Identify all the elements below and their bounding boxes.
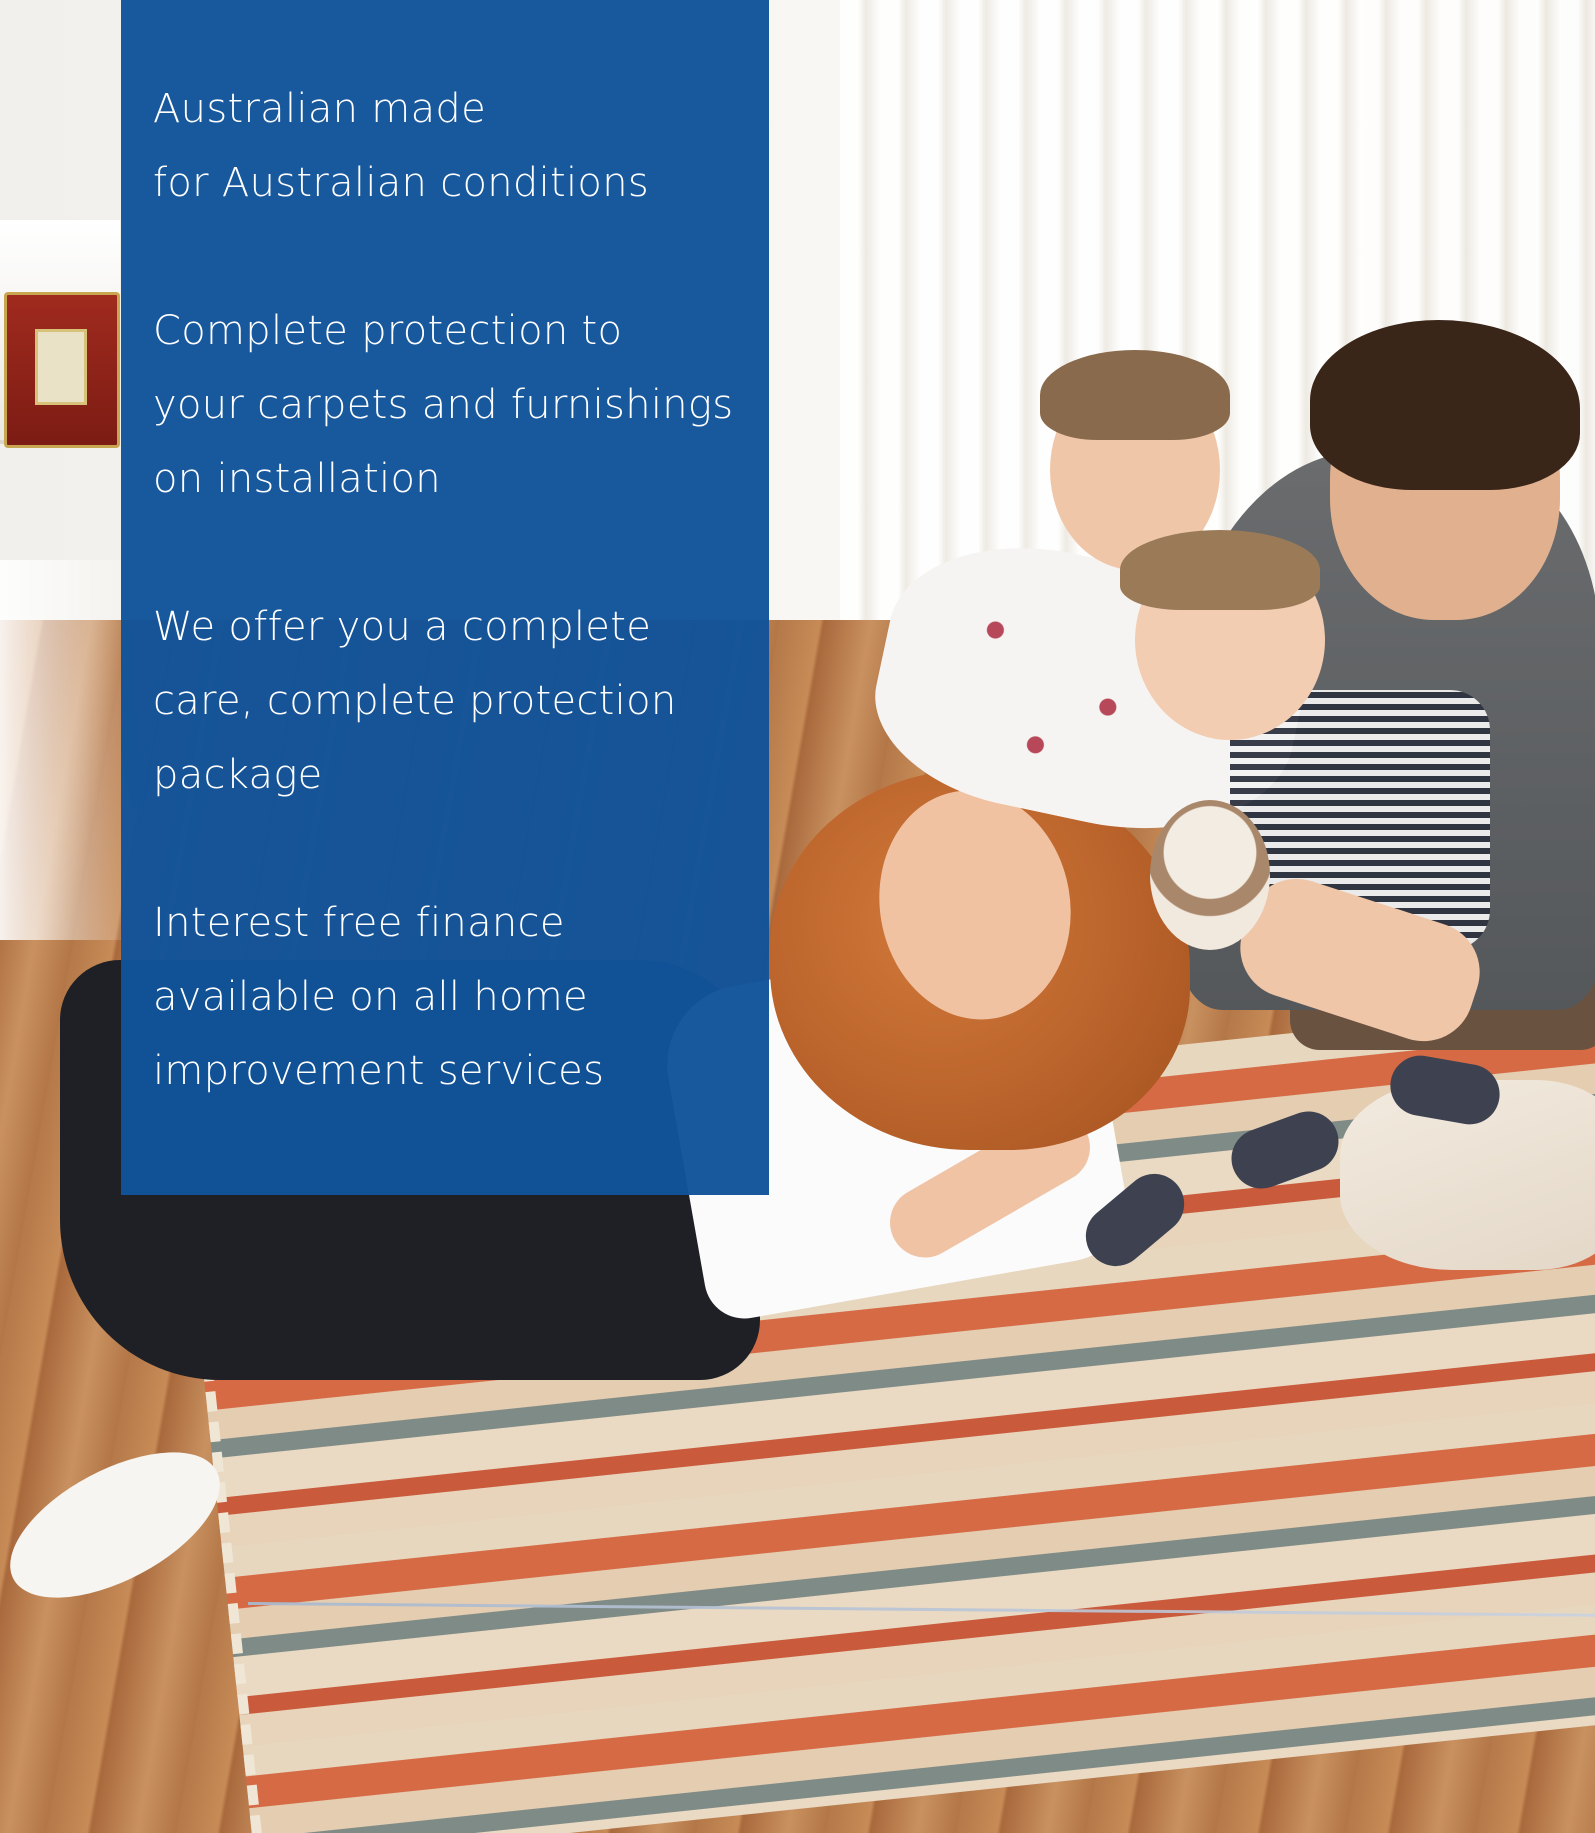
feature-care-package: We offer you a complete care, complete p… <box>153 590 745 812</box>
feature-line: available on all home <box>153 974 588 1020</box>
feature-line: for Australian conditions <box>153 160 649 206</box>
plush-toy <box>1150 800 1270 950</box>
feature-line: Australian made <box>153 86 486 132</box>
younger-boy-hair <box>1120 530 1320 610</box>
feature-interest-free-finance: Interest free finance available on all h… <box>153 886 745 1108</box>
feature-line: improvement services <box>153 1048 605 1094</box>
feature-australian-made: Australian made for Australian condition… <box>153 72 745 220</box>
window-light <box>0 560 140 940</box>
older-boy-hair <box>1040 350 1230 440</box>
feature-line: your carpets and furnishings <box>153 382 734 428</box>
feature-complete-protection: Complete protection to your carpets and … <box>153 294 745 516</box>
features-panel: Australian made for Australian condition… <box>121 0 769 1195</box>
jewellery-box <box>4 292 120 448</box>
feature-line: package <box>153 752 323 798</box>
feature-line: on installation <box>153 456 441 502</box>
feature-line: care, complete protection <box>153 678 677 724</box>
feature-line: Complete protection to <box>153 308 623 354</box>
feature-line: Interest free finance <box>153 900 565 946</box>
feature-line: We offer you a complete <box>153 604 652 650</box>
